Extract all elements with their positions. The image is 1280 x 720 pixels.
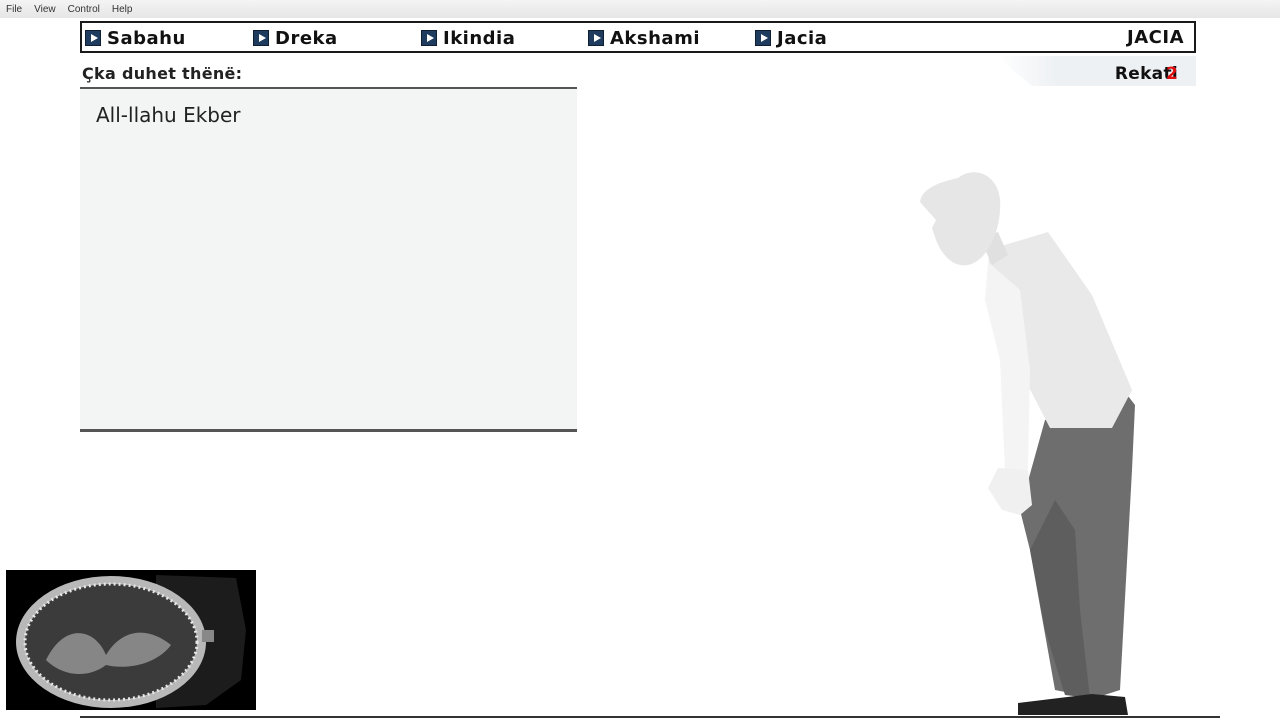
praying-figure-illustration — [920, 172, 1135, 715]
nav-item-label: Ikindia — [443, 27, 516, 49]
nav-item-label: Jacia — [777, 27, 828, 49]
play-icon — [755, 30, 771, 46]
recitation-panel: All-llahu Ekber — [80, 87, 577, 432]
nav-item-label: Dreka — [275, 27, 338, 49]
nav-item-ikindia[interactable]: Ikindia — [421, 27, 515, 49]
nav-item-sabahu[interactable]: Sabahu — [85, 27, 186, 49]
menu-bar: File View Control Help — [0, 0, 1280, 18]
menu-view[interactable]: View — [34, 4, 56, 15]
menu-control[interactable]: Control — [68, 4, 100, 15]
play-icon — [253, 30, 269, 46]
watch-thumbnail-image — [6, 570, 256, 710]
rekati-number: 2 — [1166, 64, 1178, 84]
watch-crown — [202, 630, 214, 642]
menu-file[interactable]: File — [6, 4, 22, 15]
play-icon — [588, 30, 604, 46]
menu-help[interactable]: Help — [112, 4, 133, 15]
nav-item-akshami[interactable]: Akshami — [588, 27, 700, 49]
bottom-divider — [80, 716, 1220, 718]
figure-shoes — [1018, 694, 1128, 715]
nav-item-dreka[interactable]: Dreka — [253, 27, 338, 49]
prompt-label: Çka duhet thënë: — [82, 64, 243, 83]
recitation-text: All-llahu Ekber — [96, 103, 241, 127]
figure-hand — [988, 468, 1032, 515]
nav-item-label: Sabahu — [107, 27, 186, 49]
play-icon — [85, 30, 101, 46]
play-icon — [421, 30, 437, 46]
nav-item-label: Akshami — [610, 27, 701, 49]
prayer-nav-bar: Sabahu Dreka Ikindia Akshami Jacia JACIA — [80, 21, 1196, 53]
current-prayer-title: JACIA — [1127, 27, 1184, 48]
nav-item-jacia[interactable]: Jacia — [755, 27, 827, 49]
